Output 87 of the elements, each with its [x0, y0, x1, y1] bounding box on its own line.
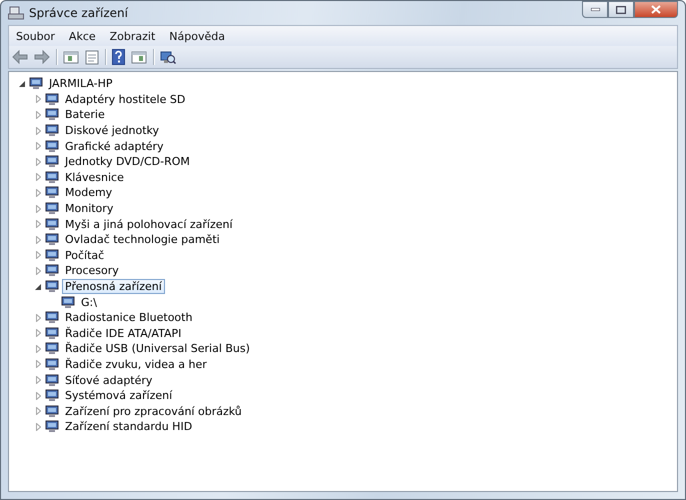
expand-arrow-icon[interactable] [36, 204, 40, 213]
device-icon [45, 155, 59, 168]
menu-item[interactable]: Zobrazit [102, 28, 162, 44]
device-icon [45, 124, 59, 138]
tree-item[interactable]: Diskové jednotky [62, 123, 162, 138]
expand-arrow-icon[interactable] [36, 376, 40, 384]
expand-arrow-icon[interactable] [36, 344, 40, 353]
expand-arrow-icon[interactable] [36, 110, 40, 119]
help-icon[interactable] [112, 49, 125, 65]
expand-arrow-icon[interactable] [36, 314, 40, 322]
expand-arrow-icon[interactable] [36, 266, 40, 275]
pane-icon[interactable] [63, 50, 79, 64]
scan-hardware-icon[interactable] [160, 49, 176, 65]
device-icon [61, 296, 75, 309]
tree-item[interactable]: G:\ [78, 294, 100, 310]
collapse-arrow-icon[interactable] [19, 80, 25, 87]
maximize-button[interactable] [608, 1, 634, 18]
expand-arrow-icon[interactable] [36, 188, 40, 197]
minimize-button[interactable] [582, 1, 608, 18]
device-icon [45, 389, 59, 402]
expand-arrow-icon[interactable] [36, 251, 40, 260]
close-icon [651, 5, 661, 14]
tree-item[interactable]: JARMILA-HP [46, 76, 116, 92]
expand-arrow-icon[interactable] [36, 422, 40, 431]
expand-arrow-icon[interactable] [36, 158, 40, 166]
device-icon [45, 326, 59, 340]
tree-item[interactable]: Síťové adaptéry [62, 372, 156, 388]
tree-item[interactable]: Řadiče IDE ATA/ATAPI [62, 326, 184, 341]
close-button[interactable] [634, 1, 678, 18]
expand-arrow-icon[interactable] [36, 220, 40, 228]
tree-item[interactable]: Jednotky DVD/CD-ROM [62, 154, 193, 170]
console-icon[interactable] [131, 50, 147, 64]
device-icon [45, 420, 59, 434]
expand-arrow-icon[interactable] [36, 173, 40, 182]
tree-item[interactable]: Počítač [62, 248, 108, 263]
expand-arrow-icon[interactable] [36, 392, 40, 400]
tree-item[interactable]: Řadiče USB (Universal Serial Bus) [62, 341, 253, 356]
expand-arrow-icon[interactable] [36, 95, 40, 104]
device-icon [45, 218, 59, 231]
maximize-icon [616, 6, 626, 14]
device-icon [45, 186, 59, 200]
tree-item[interactable]: Zařízení standardu HID [62, 419, 196, 434]
device-icon [45, 170, 59, 184]
expand-arrow-icon[interactable] [36, 329, 40, 338]
tree-item[interactable]: Adaptéry hostitele SD [62, 92, 188, 107]
expand-arrow-icon[interactable] [36, 236, 40, 244]
tree-item[interactable]: Zařízení pro zpracování obrázků [62, 404, 245, 419]
tree-item[interactable]: Přenosná zařízení [62, 279, 165, 294]
tree-item[interactable]: Baterie [62, 107, 108, 122]
collapse-arrow-icon[interactable] [35, 284, 41, 290]
device-icon [45, 280, 59, 294]
tree-item[interactable]: Grafické adaptéry [62, 138, 167, 154]
window-title: Správce zařízení [29, 6, 128, 20]
device-icon [45, 233, 59, 246]
menu-item[interactable]: Akce [62, 28, 103, 44]
properties-icon[interactable] [85, 50, 99, 64]
minimize-icon [590, 8, 600, 11]
device-icon [45, 358, 59, 371]
expand-arrow-icon[interactable] [36, 407, 40, 416]
device-manager-icon [8, 6, 24, 20]
tree-item[interactable]: Ovladač technologie paměti [62, 232, 223, 248]
tree-item[interactable]: Řadiče zvuku, videa a her [62, 356, 210, 372]
forward-arrow-icon[interactable] [34, 50, 50, 64]
expand-arrow-icon[interactable] [36, 360, 40, 368]
device-icon [45, 342, 59, 356]
tree-item[interactable]: Klávesnice [62, 170, 127, 185]
device-icon [45, 311, 59, 324]
device-icon [45, 140, 59, 153]
tree-item[interactable]: Modemy [62, 185, 116, 200]
device-icon [45, 248, 59, 262]
device-icon [45, 264, 59, 278]
menu-item[interactable]: Soubor [9, 28, 62, 44]
tree-item[interactable]: Monitory [62, 201, 116, 216]
tree-item[interactable]: Myši a jiná polohovací zařízení [62, 216, 236, 232]
menu-item[interactable]: Nápověda [162, 28, 232, 44]
device-icon [45, 92, 59, 106]
device-icon [45, 202, 59, 216]
device-icon [45, 374, 59, 387]
expand-arrow-icon[interactable] [36, 142, 40, 150]
tree-item[interactable]: Procesory [62, 263, 122, 278]
device-icon [45, 404, 59, 418]
expand-arrow-icon[interactable] [36, 126, 40, 135]
device-icon [29, 77, 43, 90]
tree-item[interactable]: Radiostanice Bluetooth [62, 310, 196, 326]
tree-item[interactable]: Systémová zařízení [62, 388, 176, 404]
device-icon [45, 108, 59, 122]
back-arrow-icon[interactable] [12, 50, 28, 64]
